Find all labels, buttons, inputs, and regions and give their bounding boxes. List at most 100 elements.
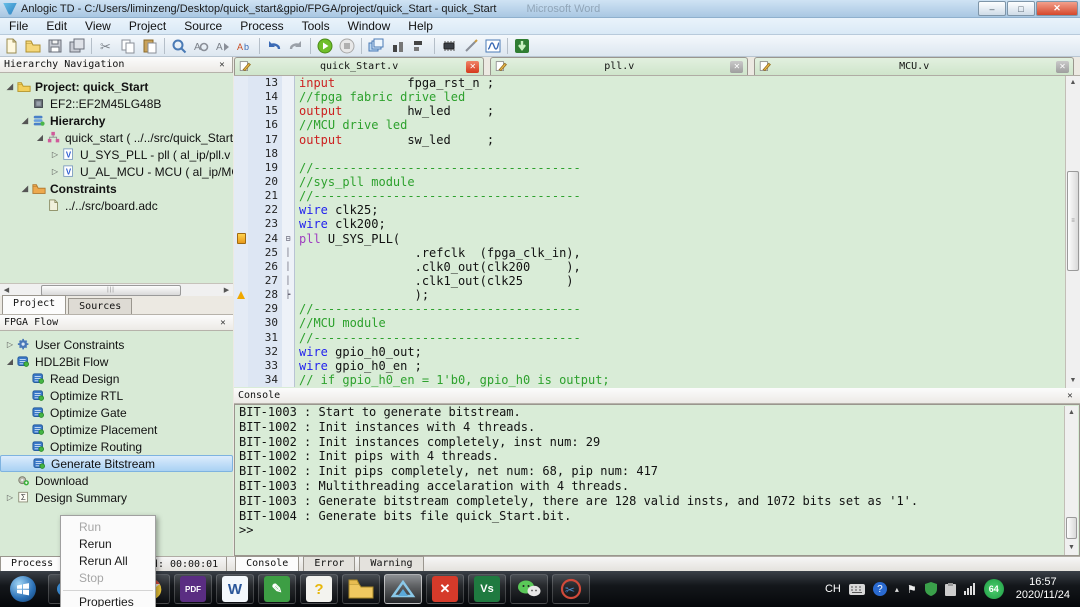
taskbar-xshell[interactable]: ✕	[426, 574, 464, 604]
find-word-icon[interactable]: Ab	[234, 36, 256, 56]
collapse-icon[interactable]: ◢	[34, 133, 46, 142]
taskbar-vs-green[interactable]: Vs	[468, 574, 506, 604]
hierarchy-item-hierarchy[interactable]: ◢Hierarchy	[0, 112, 233, 129]
taskbar-notepad-green[interactable]: ✎	[258, 574, 296, 604]
cascade-icon[interactable]	[365, 36, 387, 56]
run-icon[interactable]	[314, 36, 336, 56]
console-scroll-down-icon[interactable]: ▼	[1065, 541, 1078, 555]
collapse-icon[interactable]: ◢	[4, 82, 16, 91]
menu-view[interactable]: View	[76, 18, 120, 35]
code-line-33[interactable]: 33wire gpio_h0_en ;	[234, 359, 1065, 373]
menu-file[interactable]: File	[0, 18, 37, 35]
expand-icon[interactable]: ▷	[49, 150, 61, 159]
maximize-button[interactable]: □	[1007, 1, 1035, 16]
console-vscrollbar[interactable]: ▲ ▼	[1064, 406, 1078, 555]
console-output[interactable]: BIT-1003 : Start to generate bitstream.B…	[234, 404, 1080, 556]
code-editor[interactable]: 13input fpga_rst_n ;14//fpga fabric driv…	[234, 76, 1080, 388]
probe-icon[interactable]	[460, 36, 482, 56]
code-line-20[interactable]: 20//sys_pll module	[234, 175, 1065, 189]
console-vscroll-thumb[interactable]	[1066, 517, 1077, 539]
stop-icon[interactable]	[336, 36, 358, 56]
console-close-icon[interactable]: ✕	[1064, 391, 1076, 401]
code-line-32[interactable]: 32wire gpio_h0_out;	[234, 345, 1065, 359]
code-line-17[interactable]: 17output sw_led ;	[234, 133, 1065, 147]
collapse-icon[interactable]: ◢	[19, 116, 31, 125]
keyboard-icon[interactable]	[849, 584, 865, 595]
wave-icon[interactable]	[482, 36, 504, 56]
undo-icon[interactable]	[263, 36, 285, 56]
clipboard-tray-icon[interactable]	[945, 583, 956, 596]
chart2-icon[interactable]	[409, 36, 431, 56]
menu-edit[interactable]: Edit	[37, 18, 76, 35]
battery-badge[interactable]: 64	[984, 579, 1004, 599]
code-line-18[interactable]: 18	[234, 147, 1065, 161]
hierarchy-item-constraints[interactable]: ◢Constraints	[0, 180, 233, 197]
expand-icon[interactable]: ▷	[49, 167, 61, 176]
console-scroll-up-icon[interactable]: ▲	[1065, 406, 1078, 420]
taskbar-file-explorer[interactable]	[342, 574, 380, 604]
save-icon[interactable]	[44, 36, 66, 56]
code-line-29[interactable]: 29//------------------------------------…	[234, 302, 1065, 316]
hscroll-thumb[interactable]: |||	[41, 285, 181, 296]
code-line-15[interactable]: 15output hw_led ;	[234, 104, 1065, 118]
scroll-left-icon[interactable]: ◀	[0, 286, 13, 294]
tab-close-icon[interactable]: ✕	[466, 61, 479, 73]
tab-close-icon[interactable]: ✕	[1056, 61, 1069, 73]
flow-item-read-design[interactable]: Read Design	[0, 370, 233, 387]
hierarchy-item-quick-start-src-quick-start-v[interactable]: ◢quick_start ( ../../src/quick_Start.v )	[0, 129, 233, 146]
code-line-19[interactable]: 19//------------------------------------…	[234, 161, 1065, 175]
context-menu-rerun-all[interactable]: Rerun All	[61, 553, 155, 570]
context-menu-rerun[interactable]: Rerun	[61, 536, 155, 553]
code-line-16[interactable]: 16//MCU drive led	[234, 118, 1065, 132]
menu-tools[interactable]: Tools	[293, 18, 339, 35]
show-hidden-icons[interactable]: ▴	[895, 585, 899, 594]
taskbar-snip-tool[interactable]: ✂	[552, 574, 590, 604]
flow-item-hdl2bit-flow[interactable]: ◢HDL2Bit Flow	[0, 353, 233, 370]
flow-item-optimize-routing[interactable]: Optimize Routing	[0, 438, 233, 455]
menu-project[interactable]: Project	[120, 18, 175, 35]
code-line-23[interactable]: 23wire clk200;	[234, 217, 1065, 231]
console-tab-warning[interactable]: Warning	[359, 556, 423, 572]
fold-collapse-icon[interactable]: ⊟	[282, 232, 295, 246]
help-tray-icon[interactable]: ?	[873, 582, 887, 596]
context-menu-properties[interactable]: Properties	[61, 594, 155, 607]
flow-item-user-constraints[interactable]: ▷User Constraints	[0, 336, 233, 353]
network-signal-icon[interactable]	[964, 583, 976, 595]
left-tab-project[interactable]: Project	[2, 295, 66, 314]
flow-item-design-summary[interactable]: ▷ΣDesign Summary	[0, 489, 233, 506]
code-line-22[interactable]: 22wire clk25;	[234, 203, 1065, 217]
menu-window[interactable]: Window	[339, 18, 400, 35]
code-line-25[interactable]: 25│ .refclk (fpga_clk_in),	[234, 246, 1065, 260]
flow-item-download[interactable]: Download	[0, 472, 233, 489]
console-tab-error[interactable]: Error	[303, 556, 355, 572]
taskbar-wechat[interactable]	[510, 574, 548, 604]
code-line-14[interactable]: 14//fpga fabric drive led	[234, 90, 1065, 104]
fpga-flow-close-icon[interactable]: ✕	[217, 318, 229, 328]
expand-icon[interactable]: ▷	[4, 340, 16, 349]
clock[interactable]: 16:572020/11/24	[1016, 576, 1070, 602]
doc-tab-mcu-v[interactable]: MCU.v✕	[754, 57, 1074, 75]
code-line-30[interactable]: 30//MCU module	[234, 316, 1065, 330]
taskbar-foxit-pdf[interactable]: PDF	[174, 574, 212, 604]
antivirus-shield-icon[interactable]	[925, 582, 937, 596]
chart-icon[interactable]	[387, 36, 409, 56]
flow-item-optimize-placement[interactable]: Optimize Placement	[0, 421, 233, 438]
console-tab-console[interactable]: Console	[235, 556, 299, 572]
code-line-34[interactable]: 34// if gpio_h0_en = 1'b0, gpio_h0 is ou…	[234, 373, 1065, 387]
minimize-button[interactable]: –	[978, 1, 1006, 16]
language-indicator[interactable]: CH	[825, 583, 841, 595]
save-all-icon[interactable]	[66, 36, 88, 56]
code-line-31[interactable]: 31//------------------------------------…	[234, 331, 1065, 345]
taskbar-anlogic-td[interactable]	[384, 574, 422, 604]
code-line-26[interactable]: 26│ .clk0_out(clk200 ),	[234, 260, 1065, 274]
menu-source[interactable]: Source	[175, 18, 231, 35]
vscroll-thumb[interactable]: ≡	[1067, 171, 1079, 271]
collapse-icon[interactable]: ◢	[19, 184, 31, 193]
doc-tab-pll-v[interactable]: pll.v✕	[490, 57, 748, 75]
taskbar-ms-word[interactable]: W	[216, 574, 254, 604]
find-icon[interactable]: A	[190, 36, 212, 56]
taskbar-help-doc[interactable]: ?	[300, 574, 338, 604]
menu-help[interactable]: Help	[399, 18, 442, 35]
hierarchy-item-src-board-adc[interactable]: ../../src/board.adc	[0, 197, 233, 214]
hierarchy-item-ef2-ef2m45lg48b[interactable]: EF2::EF2M45LG48B	[0, 95, 233, 112]
